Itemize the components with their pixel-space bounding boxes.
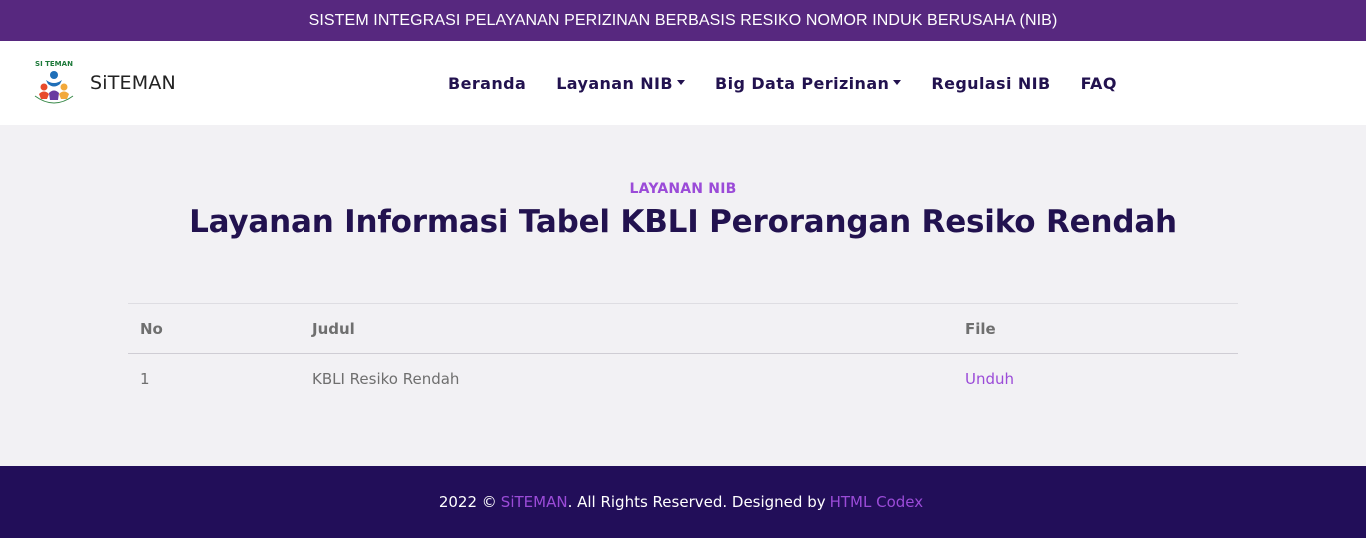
kbli-table: No Judul File 1 KBLI Resiko Rendah Unduh [128,303,1238,404]
cell-judul: KBLI Resiko Rendah [312,369,460,388]
nav-item-label: FAQ [1080,73,1117,93]
nav-item-beranda[interactable]: Beranda [448,74,526,93]
nav-item-label: Beranda [448,73,527,93]
nav-item-label: Big Data Perizinan [715,73,890,93]
navbar: SI TEMAN SiTEMAN Beranda Layanan NIB Big… [0,41,1366,125]
top-banner-text: SISTEM INTEGRASI PELAYANAN PERIZINAN BER… [308,11,1058,29]
footer-designer-link[interactable]: HTML Codex [830,493,924,511]
brand[interactable]: SI TEMAN SiTEMAN [27,56,176,110]
logo-text: SI TEMAN [35,60,73,68]
caret-down-icon [893,79,902,85]
caret-down-icon [677,79,686,85]
footer-brand-link[interactable]: SiTEMAN [501,493,568,511]
nav-item-layanan-nib[interactable]: Layanan NIB [556,73,686,93]
top-banner: SISTEM INTEGRASI PELAYANAN PERIZINAN BER… [0,0,1366,41]
page-title: Layanan Informasi Tabel KBLI Perorangan … [189,204,1177,240]
download-link[interactable]: Unduh [965,370,1014,388]
footer-rights-text: . All Rights Reserved. Designed by [567,493,826,511]
kbli-table-container: No Judul File 1 KBLI Resiko Rendah Unduh [128,303,1238,404]
nav-item-label: Regulasi NIB [931,73,1051,93]
header-judul: Judul [300,303,953,354]
cell-no: 1 [140,369,150,388]
footer: 2022 © SiTEMAN . All Rights Reserved. De… [0,466,1366,538]
section-subtitle: LAYANAN NIB [629,181,737,197]
nav-item-faq[interactable]: FAQ [1081,74,1117,93]
siteman-logo-icon: SI TEMAN [30,60,78,108]
nav-item-label: Layanan NIB [556,73,674,93]
nav-item-regulasi-nib[interactable]: Regulasi NIB [931,74,1050,93]
brand-name: SiTEMAN [90,72,176,94]
header-file: File [953,303,1238,354]
cell-file: Unduh [953,354,1238,404]
table-row: 1 KBLI Resiko Rendah Unduh [128,354,1238,404]
nav-item-big-data-perizinan[interactable]: Big Data Perizinan [715,73,902,93]
table-header-row: No Judul File [128,303,1238,354]
footer-copyright: 2022 © [438,493,497,511]
main-nav: Beranda Layanan NIB Big Data Perizinan R… [448,41,1147,125]
header-no: No [128,303,300,354]
